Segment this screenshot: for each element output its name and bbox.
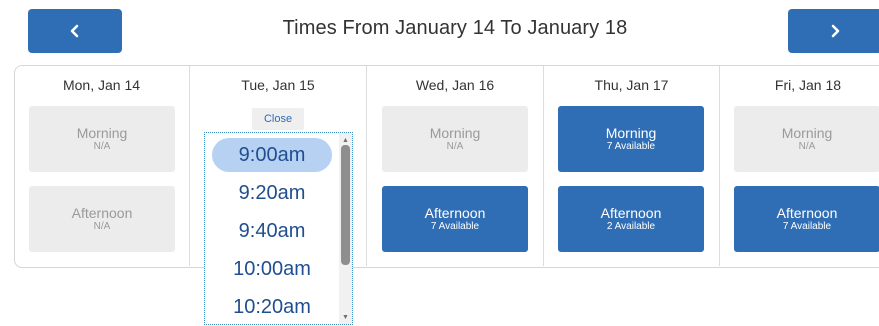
time-option[interactable]: 10:20am [212,290,332,324]
day-label-thu: Thu, Jan 17 [594,77,669,93]
fri-morning-slot: Morning N/A [734,106,879,172]
wed-afternoon-slot[interactable]: Afternoon 7 Available [382,186,528,252]
slot-name: Morning [605,124,657,141]
day-label-wed: Wed, Jan 16 [415,77,495,93]
slot-status: N/A [446,141,464,153]
slot-name: Morning [429,124,481,141]
slot-name: Morning [781,124,833,141]
slot-status: N/A [93,221,111,233]
slot-status: 7 Available [606,141,656,153]
page-title: Times From January 14 To January 18 [282,17,628,39]
slot-status: N/A [798,141,816,153]
mon-morning-slot: Morning N/A [29,106,175,172]
slot-status: 7 Available [782,221,832,233]
fri-afternoon-slot[interactable]: Afternoon 7 Available [734,186,879,252]
scroll-thumb[interactable] [341,145,350,265]
scroll-up-icon[interactable]: ▲ [339,135,352,145]
day-label-mon: Mon, Jan 14 [62,77,141,93]
slot-name: Afternoon [71,204,133,221]
thu-morning-slot[interactable]: Morning 7 Available [558,106,704,172]
time-option[interactable]: 9:00am [212,138,332,172]
slot-name: Afternoon [600,204,662,221]
slot-name: Afternoon [424,204,486,221]
column-divider [189,66,190,266]
slot-status: 7 Available [430,221,480,233]
next-week-button[interactable] [788,9,879,53]
mon-afternoon-slot: Afternoon N/A [29,186,175,252]
chevron-right-icon [831,24,840,38]
thu-afternoon-slot[interactable]: Afternoon 2 Available [558,186,704,252]
column-divider [366,66,367,266]
chevron-left-icon [70,24,79,38]
time-option[interactable]: 9:40am [212,214,332,248]
column-divider [719,66,720,266]
slot-name: Morning [76,124,128,141]
slot-status: N/A [93,141,111,153]
slot-status: 2 Available [606,221,656,233]
scroll-down-icon[interactable]: ▼ [339,312,352,322]
day-label-tue: Tue, Jan 15 [241,77,315,93]
slot-name: Afternoon [776,204,838,221]
close-times-button[interactable]: Close [252,108,304,130]
day-label-fri: Fri, Jan 18 [774,77,842,93]
previous-week-button[interactable] [28,9,122,53]
column-divider [543,66,544,266]
wed-morning-slot: Morning N/A [382,106,528,172]
time-option[interactable]: 9:20am [212,176,332,210]
time-option[interactable]: 10:00am [212,252,332,286]
